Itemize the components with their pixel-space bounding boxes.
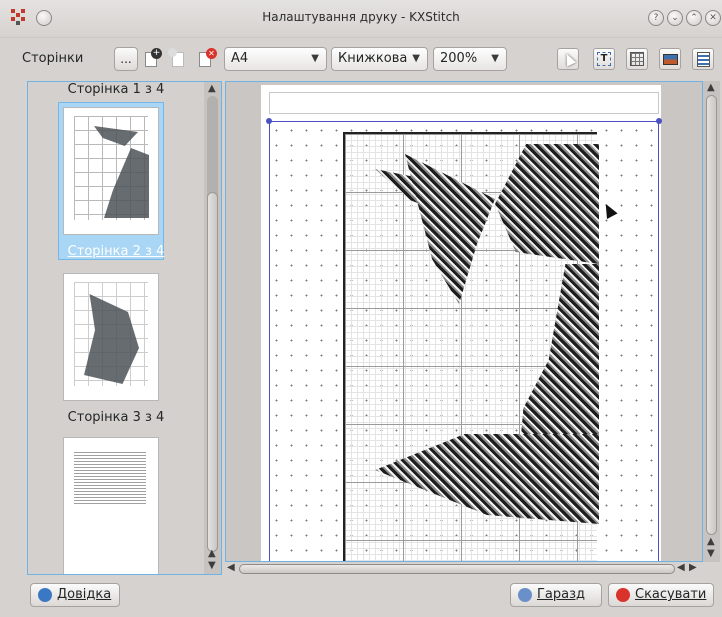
thumbnail-caption-page-2: Сторінка 2 з 4	[67, 244, 165, 259]
help-button-label: Довідка	[57, 587, 112, 602]
scroll-down-icon[interactable]: ▼	[208, 560, 216, 571]
scroll-up-icon[interactable]: ▲	[208, 83, 216, 94]
page-options-button[interactable]: ...	[114, 47, 138, 71]
maximize-icon[interactable]: ⌃	[686, 10, 702, 26]
cancel-icon	[616, 588, 630, 602]
thumbnail-page-3[interactable]	[63, 273, 159, 401]
thumbnail-page-2[interactable]	[63, 107, 159, 235]
insert-image-element-icon[interactable]	[659, 48, 681, 70]
pattern-element[interactable]	[343, 132, 599, 561]
orientation-value: Книжкова	[338, 51, 408, 66]
chevron-down-icon: ▼	[491, 53, 499, 64]
cancel-button[interactable]: Скасувати	[608, 583, 714, 607]
zoom-select[interactable]: 200% ▼	[433, 47, 507, 71]
thumbnails-scroll-handle[interactable]	[207, 192, 218, 552]
insert-text-element-icon[interactable]: T	[593, 48, 615, 70]
thumbnail-page-4[interactable]	[63, 437, 159, 574]
preview-sheet[interactable]	[261, 85, 662, 561]
ok-button[interactable]: Гаразд	[510, 583, 602, 607]
select-pointer-icon[interactable]	[557, 48, 579, 70]
scroll-left-icon[interactable]: ◀	[677, 562, 685, 573]
scroll-up-icon[interactable]: ▲	[208, 548, 216, 559]
preview-vertical-scrollbar[interactable]: ▲ ▲ ▼	[703, 81, 720, 562]
scroll-right-icon[interactable]: ▶	[689, 562, 697, 573]
scroll-down-icon[interactable]: ▼	[707, 548, 715, 559]
thumbnails-scrollbar[interactable]: ▲ ▲ ▼	[204, 82, 221, 574]
orientation-select[interactable]: Книжкова ▼	[331, 47, 428, 71]
title-bar: Налаштування друку - KXStitch ? ⌄ ⌃ ✕	[0, 0, 722, 38]
header-text-element[interactable]	[269, 92, 659, 114]
insert-key-element-icon[interactable]	[692, 48, 714, 70]
scroll-left-icon[interactable]: ◀	[227, 562, 235, 573]
insert-pattern-element-icon[interactable]	[626, 48, 648, 70]
delete-page-icon[interactable]: ✕	[197, 48, 217, 70]
help-button[interactable]: Довідка	[30, 583, 120, 607]
scroll-up-icon[interactable]: ▲	[707, 536, 715, 547]
paper-size-select[interactable]: A4 ▼	[224, 47, 327, 71]
thumbnail-caption-page-3: Сторінка 3 з 4	[67, 410, 165, 425]
window-title: Налаштування друку - KXStitch	[262, 10, 460, 24]
preview-vertical-scroll-handle[interactable]	[706, 95, 717, 535]
page-preview[interactable]	[225, 81, 703, 562]
scroll-up-icon[interactable]: ▲	[707, 82, 715, 93]
preview-horizontal-scrollbar[interactable]: ◀ ◀ ▶	[225, 562, 703, 576]
page-thumbnails-list[interactable]: Сторінка 1 з 4 Сторінка 2 з 4 Сторінка 3…	[27, 81, 222, 575]
minimize-icon[interactable]: ⌄	[667, 10, 683, 26]
add-page-before-icon[interactable]: +	[143, 48, 163, 70]
preview-horizontal-scroll-handle[interactable]	[239, 564, 675, 574]
chevron-down-icon: ▼	[311, 53, 319, 64]
add-page-after-icon[interactable]	[168, 48, 188, 70]
paper-size-value: A4	[231, 51, 249, 66]
chevron-down-icon: ▼	[412, 53, 420, 64]
thumbnail-caption-page-1: Сторінка 1 з 4	[67, 82, 165, 97]
zoom-value: 200%	[440, 51, 478, 66]
close-icon[interactable]: ✕	[705, 10, 721, 26]
cancel-button-label: Скасувати	[635, 587, 707, 602]
pages-label: Сторінки	[22, 51, 84, 66]
ok-button-label: Гаразд	[537, 587, 586, 602]
print-toolbar: Сторінки ... + ✕ A4 ▼ Книжкова ▼ 200% ▼ …	[0, 40, 722, 80]
help-circle-icon[interactable]: ?	[648, 10, 664, 26]
checkmark-icon	[518, 588, 532, 602]
help-book-icon	[38, 588, 52, 602]
